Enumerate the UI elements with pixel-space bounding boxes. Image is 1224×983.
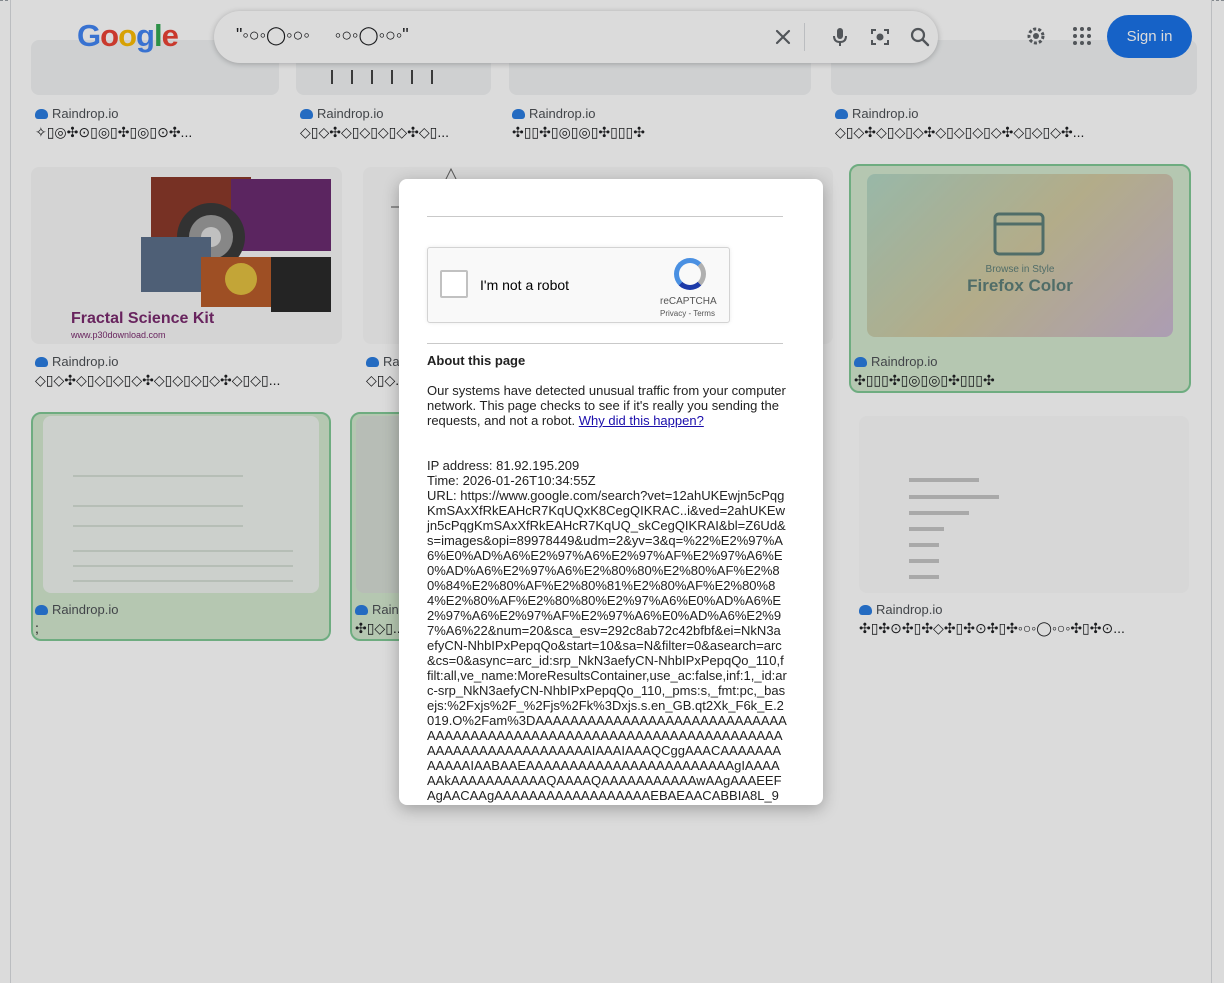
recaptcha-logo-icon	[674, 258, 706, 290]
recaptcha-privacy-terms[interactable]: Privacy - Terms	[660, 309, 715, 318]
request-url: URL: https://www.google.com/search?vet=1…	[427, 488, 787, 805]
divider	[427, 216, 783, 217]
explanation-text: Our systems have detected unusual traffi…	[427, 383, 786, 428]
recaptcha-brand: reCAPTCHA	[660, 296, 717, 307]
timestamp: Time: 2026-01-26T10:34:55Z	[427, 473, 596, 488]
recaptcha-widget: I'm not a robot reCAPTCHA Privacy - Term…	[427, 247, 730, 323]
recaptcha-checkbox[interactable]	[440, 270, 468, 298]
why-link[interactable]: Why did this happen?	[579, 413, 704, 428]
request-info: IP address: 81.92.195.209 Time: 2026-01-…	[427, 458, 787, 805]
about-heading: About this page	[427, 353, 526, 368]
recaptcha-label: I'm not a robot	[480, 277, 570, 293]
ip-address: IP address: 81.92.195.209	[427, 458, 580, 473]
divider	[427, 343, 783, 344]
captcha-dialog: I'm not a robot reCAPTCHA Privacy - Term…	[399, 179, 823, 805]
